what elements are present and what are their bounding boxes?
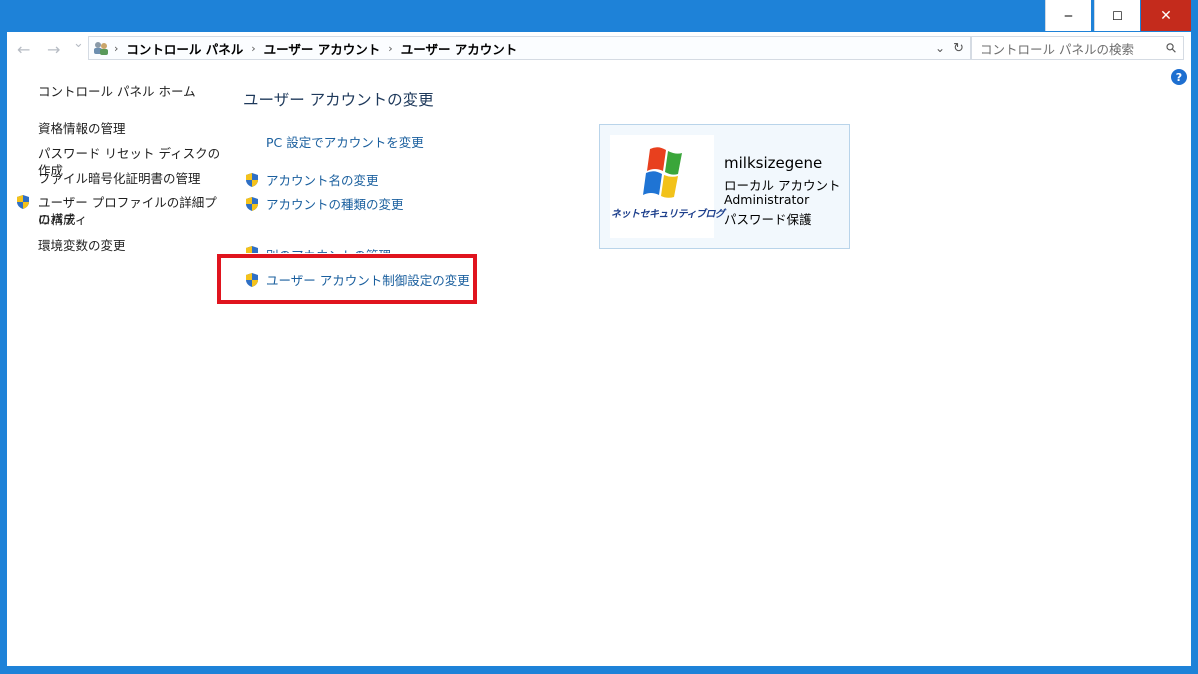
- user-account-card: ネットセキュリティブログ milksizegene ローカル アカウント Adm…: [599, 124, 850, 249]
- manage-credentials-link[interactable]: 資格情報の管理: [38, 120, 126, 137]
- content-area: ← → ⌄ › コントロール パネル › ユーザー アカウント › ユーザー ア…: [7, 32, 1191, 666]
- search-input[interactable]: コントロール パネルの検索: [980, 39, 1167, 58]
- address-bar[interactable]: › コントロール パネル › ユーザー アカウント › ユーザー アカウント ⌄…: [88, 36, 971, 60]
- pc-settings-account-link[interactable]: PC 設定でアカウントを変更: [266, 132, 424, 151]
- highlight-box: [217, 254, 477, 304]
- link-label: アカウントの種類の変更: [266, 197, 404, 212]
- link-label: アカウント名の変更: [266, 173, 379, 188]
- search-box[interactable]: コントロール パネルの検索 ⚲: [971, 36, 1184, 60]
- minimize-button[interactable]: ‒: [1045, 0, 1091, 31]
- control-panel-users-icon: [94, 42, 108, 55]
- breadcrumb-separator: ›: [114, 41, 119, 55]
- advanced-user-profile-properties-link-cont[interactable]: の構成: [38, 211, 76, 228]
- change-account-type-link[interactable]: アカウントの種類の変更: [244, 194, 404, 213]
- control-panel-home-link[interactable]: コントロール パネル ホーム: [38, 83, 196, 100]
- avatar-caption: ネットセキュリティブログ: [611, 209, 725, 220]
- breadcrumb-separator[interactable]: ›: [251, 42, 255, 55]
- maximize-icon: ☐: [1112, 8, 1123, 23]
- breadcrumb-user-accounts[interactable]: ユーザー アカウント: [264, 39, 381, 58]
- page-title: ユーザー アカウントの変更: [243, 91, 434, 109]
- address-dropdown-icon[interactable]: ⌄: [935, 41, 945, 55]
- change-account-name-link[interactable]: アカウント名の変更: [244, 170, 379, 189]
- control-panel-window: ‒ ☐ ✕ ← → ⌄ › コントロール パネル › ユーザー アカウント › …: [0, 0, 1198, 674]
- refresh-icon[interactable]: ↻: [953, 41, 964, 56]
- link-label: PC 設定でアカウントを変更: [266, 135, 424, 150]
- close-icon: ✕: [1160, 7, 1172, 24]
- back-arrow-icon[interactable]: ←: [17, 40, 30, 59]
- account-role: Administrator: [724, 192, 810, 207]
- avatar: ネットセキュリティブログ: [610, 135, 725, 238]
- help-icon[interactable]: ?: [1171, 69, 1187, 85]
- windows-logo-icon: [643, 147, 682, 198]
- close-button[interactable]: ✕: [1141, 0, 1191, 31]
- breadcrumb-separator[interactable]: ›: [388, 42, 392, 55]
- uac-shield-icon: [246, 172, 258, 187]
- uac-shield-icon: [17, 195, 29, 209]
- forward-arrow-icon[interactable]: →: [47, 40, 60, 59]
- environment-variables-link[interactable]: 環境変数の変更: [38, 237, 126, 254]
- breadcrumb-control-panel[interactable]: コントロール パネル: [126, 39, 243, 58]
- user-name: milksizegene: [724, 154, 823, 172]
- maximize-button[interactable]: ☐: [1094, 0, 1140, 31]
- minimize-icon: ‒: [1064, 7, 1073, 24]
- recent-locations-icon[interactable]: ⌄: [73, 36, 84, 51]
- navigation-bar: ← → ⌄ › コントロール パネル › ユーザー アカウント › ユーザー ア…: [7, 32, 1191, 66]
- file-encryption-certificates-link[interactable]: ファイル暗号化証明書の管理: [38, 170, 201, 187]
- breadcrumb-user-accounts-current[interactable]: ユーザー アカウント: [401, 39, 518, 58]
- link-label: 別のアカウントの管理: [266, 245, 391, 253]
- title-bar: ‒ ☐ ✕: [0, 0, 1198, 32]
- manage-another-account-link[interactable]: 別のアカウントの管理: [244, 245, 391, 253]
- password-status: パスワード保護: [724, 212, 812, 227]
- uac-shield-icon: [246, 246, 258, 253]
- uac-shield-icon: [246, 196, 258, 211]
